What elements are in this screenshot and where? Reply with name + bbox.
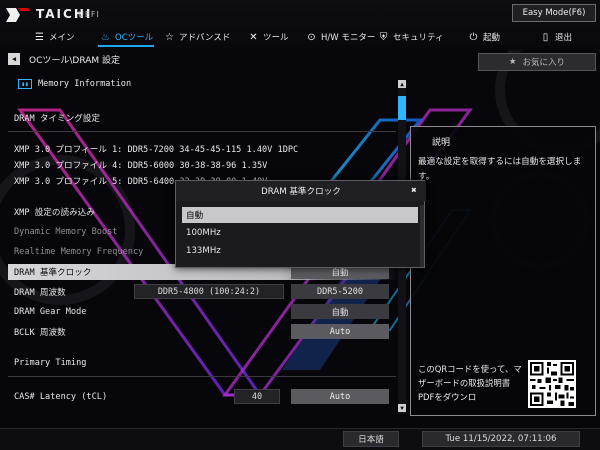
popup-option-auto[interactable]: 自動 <box>182 207 418 223</box>
easy-mode-button[interactable]: Easy Mode(F6) <box>512 4 596 22</box>
tab-label: ツール <box>263 33 289 43</box>
bclk-frequency-value[interactable]: Auto <box>291 324 389 339</box>
logo-sub: UEFI <box>78 10 100 19</box>
scroll-down-button[interactable]: ▼ <box>398 404 406 412</box>
divider <box>8 376 396 377</box>
power-icon: ⏻ <box>469 31 478 43</box>
active-tab-indicator <box>98 45 154 47</box>
tab-label: OCツール <box>115 33 154 43</box>
favorites-label: お気に入り <box>522 58 566 68</box>
memory-information-item[interactable]: ▮▮ Memory Information <box>8 76 398 92</box>
popup-close-button[interactable]: ✖ <box>408 185 420 197</box>
setting-label: DRAM Gear Mode <box>14 307 87 317</box>
tab-security[interactable]: ⛨ セキュリティ <box>378 28 444 46</box>
description-title: 説明 <box>432 138 451 148</box>
tab-main[interactable]: ☰ メイン <box>34 28 75 46</box>
setting-label: DRAM 周波数 <box>14 288 66 298</box>
memory-icon: ▮▮ <box>18 79 32 89</box>
tab-label: H/W モニター <box>321 33 376 43</box>
close-icon: ✖ <box>411 186 417 196</box>
scroll-up-button[interactable]: ▲ <box>398 80 406 88</box>
star-icon: ☆ <box>165 31 174 43</box>
taichi-logo-icon <box>6 8 30 22</box>
tab-label: アドバンスド <box>179 33 231 43</box>
dram-frequency-value[interactable]: DDR5-5200 <box>291 284 389 299</box>
popup-option-133mhz[interactable]: 133MHz <box>182 243 418 259</box>
xmp-profile-1: XMP 3.0 プロフィール 1: DDR5-7200 34-45-45-115… <box>14 145 299 155</box>
tab-advanced[interactable]: ☆ アドバンスド <box>164 28 230 46</box>
memory-information-label: Memory Information <box>38 79 132 89</box>
oc-flame-icon: ♨ <box>101 31 110 43</box>
setting-label: Dynamic Memory Boost <box>14 227 118 237</box>
arrow-down-icon: ▼ <box>400 404 404 412</box>
popup-title: DRAM 基準クロック <box>176 181 426 201</box>
breadcrumb: OCツール\DRAM 設定 <box>29 56 121 66</box>
tab-label: メイン <box>49 33 75 43</box>
divider <box>8 131 396 132</box>
tools-icon: ✕ <box>249 31 258 43</box>
tab-label: 退出 <box>555 33 573 43</box>
tab-hw-monitor[interactable]: ⊙ H/W モニター <box>306 28 375 46</box>
tab-exit[interactable]: ▯ 退出 <box>540 28 572 46</box>
dram-timing-section-title: DRAM タイミング設定 <box>14 114 101 124</box>
cas-latency-current: 40 <box>234 389 280 404</box>
qr-description-text: このQRコードを使って、マザーボードの取扱説明書PDFをダウンロ <box>418 364 522 402</box>
favorites-button[interactable]: ★ お気に入り <box>478 53 596 71</box>
primary-timing-section-title: Primary Timing <box>14 358 87 368</box>
dram-reference-clock-popup: DRAM 基準クロック ✖ 自動 100MHz 133MHz <box>175 180 426 268</box>
xmp-profile-4: XMP 3.0 プロファイル 4: DDR5-6000 30-38-38-96 … <box>14 161 268 171</box>
tab-label: セキュリティ <box>393 33 444 43</box>
description-text: 最適な設定を取得するには自動を選択します。 <box>418 157 582 182</box>
back-arrow-icon: ◀ <box>11 55 17 63</box>
arrow-up-icon: ▲ <box>400 80 404 88</box>
setting-label: Realtime Memory Frequency <box>14 247 144 257</box>
scrollbar-thumb[interactable] <box>398 96 406 120</box>
setting-label: CAS# Latency (tCL) <box>14 392 108 402</box>
back-button[interactable]: ◀ <box>8 53 20 65</box>
setting-label: BCLK 周波数 <box>14 328 66 338</box>
hw-monitor-icon: ⊙ <box>307 31 316 43</box>
dram-gear-mode-value[interactable]: 自動 <box>291 304 389 319</box>
star-icon: ★ <box>508 57 517 67</box>
tab-label: 起動 <box>483 33 501 43</box>
setting-label: XMP 設定の読み込み <box>14 208 95 218</box>
popup-option-100mhz[interactable]: 100MHz <box>182 225 418 241</box>
shield-icon: ⛨ <box>379 31 388 43</box>
language-button[interactable]: 日本語 <box>343 431 399 447</box>
dram-frequency-current: DDR5-4800 (100:24:2) <box>134 284 284 299</box>
popup-scrollbar[interactable] <box>420 205 424 267</box>
exit-icon: ▯ <box>542 31 549 43</box>
tab-tools[interactable]: ✕ ツール <box>248 28 289 46</box>
tab-boot[interactable]: ⏻ 起動 <box>468 28 500 46</box>
qr-code-icon <box>528 360 576 408</box>
tab-oc-tools[interactable]: ♨ OCツール <box>100 28 153 46</box>
setting-label: DRAM 基準クロック <box>14 268 92 278</box>
cas-latency-value[interactable]: Auto <box>291 389 389 404</box>
menu-icon: ☰ <box>35 31 44 43</box>
datetime-display: Tue 11/15/2022, 07:11:06 <box>422 431 580 447</box>
